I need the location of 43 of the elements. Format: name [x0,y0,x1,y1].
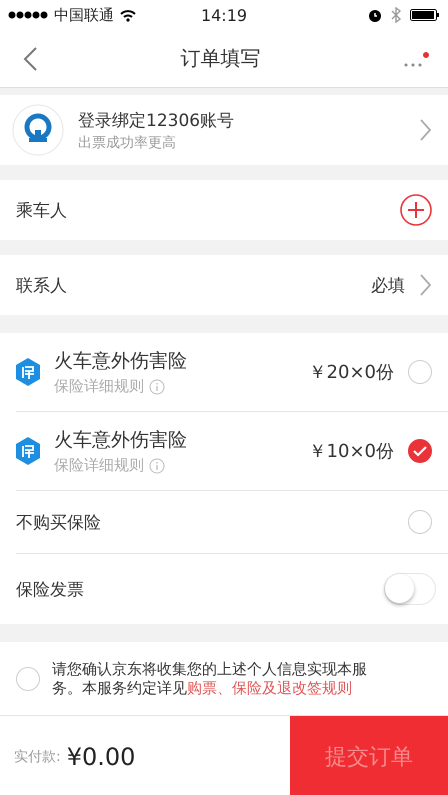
add-icon [400,194,432,226]
radio-button[interactable] [408,510,432,534]
total-amount: ¥0.00 [66,742,136,770]
insurance-shield-icon [14,357,42,387]
check-icon [412,444,428,458]
insurance-name: 火车意外伤害险 [54,349,187,374]
insurance-name: 火车意外伤害险 [54,428,187,453]
login-subtitle: 出票成功率更高 [78,134,177,152]
passenger-label: 乘车人 [16,200,67,222]
back-icon [22,46,38,72]
agreement-text: 请您确认京东将收集您的上述个人信息实现本服务。本服务约定详见购票、保险及退改签规则 [52,660,368,698]
total-label: 实付款: [14,748,61,766]
required-hint: 必填 [371,274,405,296]
chevron-icon [419,118,432,142]
wifi-icon [120,8,136,22]
add-passenger-button[interactable] [400,194,432,226]
insurance-rules-link[interactable]: 保险详细规则 [54,456,144,475]
battery-icon [410,9,440,21]
info-icon [149,378,165,394]
signal-icon [8,10,48,20]
insurance-rules-link[interactable]: 保险详细规则 [54,377,144,396]
insurance-price: ￥10×0份 [308,440,394,463]
rules-link[interactable]: 购票、保险及退改签规则 [187,678,352,696]
page-title: 订单填写 [180,45,260,72]
agree-checkbox[interactable] [16,666,40,690]
contact-label: 联系人 [16,274,67,296]
clock-time: 14:19 [200,6,248,24]
insurance-shield-icon [14,436,42,466]
back-button[interactable] [22,46,38,72]
no-insurance-label: 不购买保险 [16,512,101,534]
radio-button[interactable] [408,439,432,463]
chevron-icon [419,273,432,297]
radio-button[interactable] [408,360,432,384]
bluetooth-icon [390,7,402,23]
toggle-switch[interactable] [384,573,436,605]
login-title: 登录绑定12306账号 [78,110,234,132]
info-icon [149,458,165,474]
railway-logo-icon [12,104,64,156]
invoice-label: 保险发票 [16,578,84,600]
more-icon [403,50,430,68]
insurance-price: ￥20×0份 [308,361,394,384]
carrier-name: 中国联通 [54,6,114,24]
more-button[interactable] [403,50,430,68]
